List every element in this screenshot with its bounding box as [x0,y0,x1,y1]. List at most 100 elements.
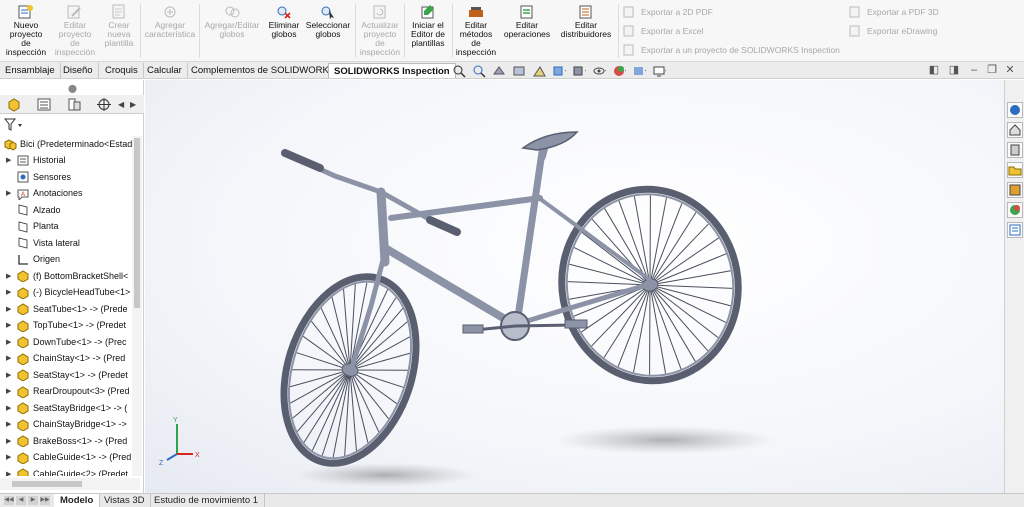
custom-properties-icon[interactable] [1007,222,1023,238]
template-editor-button[interactable]: Iniciar el Editor de plantillas [407,3,449,61]
export-2d-pdf-button[interactable]: Exportar a 2D PDF [622,5,713,19]
edit-distributors-button[interactable]: Editar distribuidores [556,3,616,61]
tree-horizontal-scrollbar[interactable] [0,478,140,490]
tree-item[interactable]: ▶ SeatTube<1> -> (Prede [0,301,132,317]
tree-item[interactable]: ▶ CableGuide<2> (Predet [0,466,132,477]
expand-arrow-icon[interactable]: ▶ [6,156,14,164]
tab-diseno[interactable]: Diseño [58,63,99,78]
view-palette-icon[interactable] [1007,182,1023,198]
export-pdf-3d-button[interactable]: Exportar a PDF 3D [848,5,939,19]
tree-item[interactable]: ▶ (-) BicycleHeadTube<1> [0,284,132,300]
create-template-button[interactable]: Crear nueva plantilla [100,3,138,61]
tree-item[interactable]: Planta [0,218,132,234]
zoom-to-fit-icon[interactable] [452,64,466,78]
collapse-right-icon[interactable]: ◨ [948,64,960,76]
edit-inspection-project-button[interactable]: Editar proyecto de inspección [53,3,97,61]
tree-item[interactable]: ▶ TopTube<1> -> (Predet [0,317,132,333]
view-orientation-icon[interactable] [552,64,566,78]
tree-item[interactable]: ▶ Historial [0,152,132,168]
export-excel-button[interactable]: Exportar a Excel [622,24,703,38]
collapse-left-icon[interactable]: ◧ [928,64,940,76]
tree-item[interactable]: Origen [0,251,132,267]
expand-arrow-icon[interactable]: ▶ [6,189,14,197]
tree-root-assembly[interactable]: Bici (Predeterminado<Estad [0,136,132,152]
edit-operations-button[interactable]: Editar operaciones [501,3,553,61]
tab-ensamblaje[interactable]: Ensamblaje [0,63,61,78]
bicycle-frame[interactable] [281,131,653,373]
dynamic-annotation-icon[interactable] [532,64,546,78]
expand-arrow-icon[interactable]: ▶ [6,387,14,395]
expand-arrow-icon[interactable]: ▶ [6,437,14,445]
select-balloons-button[interactable]: Seleccionar globos [304,3,352,61]
expand-arrow-icon[interactable]: ▶ [6,288,14,296]
tree-item[interactable]: ▶ DownTube<1> -> (Prec [0,334,132,350]
expand-arrow-icon[interactable]: ▶ [6,453,14,461]
expand-arrow-icon[interactable]: ▶ [6,321,14,329]
tree-vertical-scrollbar[interactable] [132,136,142,476]
previous-view-icon[interactable] [492,64,506,78]
first-tab-icon[interactable]: ◀◀ [4,496,14,505]
dimxpert-tab-icon[interactable] [96,97,112,112]
expand-arrow-icon[interactable]: ▶ [6,404,14,412]
filter-icon[interactable] [4,118,24,132]
add-feature-button[interactable]: Agregar característica [143,3,197,61]
display-style-icon[interactable] [572,64,586,78]
tree-item[interactable]: Sensores [0,169,132,185]
next-tab-icon[interactable]: ▶ [28,496,38,505]
expand-arrow-icon[interactable]: ▶ [6,305,14,313]
tree-item[interactable]: Vista lateral [0,235,132,251]
appearances-icon[interactable] [1007,202,1023,218]
expand-arrow-icon[interactable]: ▶ [6,470,14,477]
tree-item[interactable]: Alzado [0,202,132,218]
update-inspection-project-button[interactable]: Actualizar proyecto de inspección [358,3,402,61]
panel-grip-icon[interactable]: ⬤ [68,84,77,93]
edit-appearance-icon[interactable] [612,64,626,78]
tab-solidworks-inspection[interactable]: SOLIDWORKS Inspection [328,63,456,78]
configuration-manager-tab-icon[interactable] [66,97,82,112]
new-inspection-project-button[interactable]: Nuevo proyecto de inspección [6,3,46,61]
export-edrawing-button[interactable]: Exportar eDrawing [848,24,937,38]
minimize-icon[interactable]: – [968,64,980,76]
tree-item[interactable]: ▶ ChainStayBridge<1> -> [0,416,132,432]
add-edit-balloons-button[interactable]: Agregar/Editar globos [201,3,263,61]
feature-manager-tab-icon[interactable] [6,97,22,112]
tree-item[interactable]: ▶ BrakeBoss<1> -> (Pred [0,433,132,449]
tab-vistas-3d[interactable]: Vistas 3D [98,494,152,507]
zoom-to-area-icon[interactable] [472,64,486,78]
tabs-scroll-right-icon[interactable]: ▶ [130,97,146,112]
home-icon[interactable] [1007,122,1023,138]
edit-inspection-methods-button[interactable]: Editar métodos de inspección [455,3,497,61]
section-view-icon[interactable] [512,64,526,78]
tab-calcular[interactable]: Calcular [142,63,188,78]
tree-item[interactable]: ▶ SeatStayBridge<1> -> ( [0,400,132,416]
expand-arrow-icon[interactable]: ▶ [6,354,14,362]
tab-modelo[interactable]: Modelo [54,494,101,507]
tree-item[interactable]: ▶ A Anotaciones [0,185,132,201]
bicycle-model-view[interactable]: Y X Z [145,80,1004,493]
tree-item[interactable]: ▶ CableGuide<1> -> (Pred [0,449,132,465]
design-library-icon[interactable] [1007,142,1023,158]
restore-icon[interactable]: ❐ [986,64,998,76]
apply-scene-icon[interactable] [632,64,646,78]
tab-complementos[interactable]: Complementos de SOLIDWORKS [186,63,342,78]
tree-item[interactable]: ▶ SeatStay<1> -> (Predet [0,367,132,383]
solidworks-resources-icon[interactable] [1007,102,1023,118]
tree-item[interactable]: ▶ ChainStay<1> -> (Pred [0,350,132,366]
hide-show-items-icon[interactable] [592,64,606,78]
tab-croquis[interactable]: Croquis [100,63,144,78]
prev-tab-icon[interactable]: ◀ [16,496,26,505]
view-settings-icon[interactable] [652,64,666,78]
close-icon[interactable]: ✕ [1004,64,1016,76]
expand-arrow-icon[interactable]: ▶ [6,420,14,428]
graphics-area[interactable]: Y X Z [145,80,1004,493]
last-tab-icon[interactable]: ▶▶ [40,496,50,505]
expand-arrow-icon[interactable]: ▶ [6,371,14,379]
export-inspection-project-button[interactable]: Exportar a un proyecto de SOLIDWORKS Ins… [622,43,840,57]
tab-motion-study[interactable]: Estudio de movimiento 1 [148,494,266,507]
tree-item[interactable]: ▶ RearDroupout<3> (Pred [0,383,132,399]
file-explorer-icon[interactable] [1007,162,1023,178]
property-manager-tab-icon[interactable] [36,97,52,112]
tree-item[interactable]: ▶ (f) BottomBracketShell< [0,268,132,284]
expand-arrow-icon[interactable]: ▶ [6,338,14,346]
delete-balloons-button[interactable]: Eliminar globos [265,3,303,61]
